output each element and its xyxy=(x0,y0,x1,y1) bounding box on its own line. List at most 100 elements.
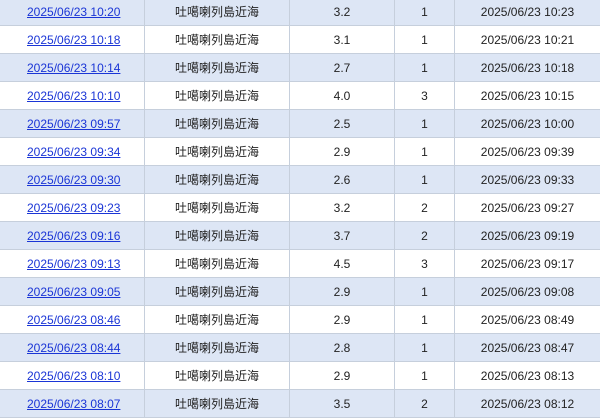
table-row: 2025/06/23 10:14 吐噶喇列島近海 2.7 1 2025/06/23 10… xyxy=(0,53,600,82)
epicenter-cell: 吐噶喇列島近海 xyxy=(144,137,290,166)
occurrence-time-link[interactable]: 2025/06/23 08:44 xyxy=(27,341,120,355)
announcement-time-cell: 2025/06/23 10:18 xyxy=(454,53,600,82)
magnitude-cell: 2.9 xyxy=(289,137,395,166)
epicenter-cell: 吐噶喇列島近海 xyxy=(144,249,290,278)
occurrence-time-link[interactable]: 2025/06/23 09:30 xyxy=(27,173,120,187)
max-intensity-cell: 1 xyxy=(394,0,455,26)
epicenter-cell: 吐噶喇列島近海 xyxy=(144,109,290,138)
occurrence-time-cell: 2025/06/23 09:16 xyxy=(0,221,145,250)
announcement-time-cell: 2025/06/23 08:12 xyxy=(454,389,600,418)
table-row: 2025/06/23 09:30 吐噶喇列島近海 2.6 1 2025/06/23 09… xyxy=(0,165,600,194)
epicenter-cell: 吐噶喇列島近海 xyxy=(144,25,290,54)
epicenter-cell: 吐噶喇列島近海 xyxy=(144,165,290,194)
occurrence-time-cell: 2025/06/23 10:20 xyxy=(0,0,145,26)
occurrence-time-cell: 2025/06/23 09:34 xyxy=(0,137,145,166)
occurrence-time-link[interactable]: 2025/06/23 09:57 xyxy=(27,117,120,131)
occurrence-time-cell: 2025/06/23 09:23 xyxy=(0,193,145,222)
table-row: 2025/06/23 10:18 吐噶喇列島近海 3.1 1 2025/06/23 10… xyxy=(0,25,600,54)
epicenter-cell: 吐噶喇列島近海 xyxy=(144,0,290,26)
table-row: 2025/06/23 09:23 吐噶喇列島近海 3.2 2 2025/06/23 09… xyxy=(0,193,600,222)
magnitude-cell: 3.1 xyxy=(289,25,395,54)
max-intensity-cell: 3 xyxy=(394,81,455,110)
occurrence-time-cell: 2025/06/23 10:14 xyxy=(0,53,145,82)
max-intensity-cell: 1 xyxy=(394,165,455,194)
occurrence-time-link[interactable]: 2025/06/23 10:20 xyxy=(27,5,120,19)
magnitude-cell: 3.7 xyxy=(289,221,395,250)
table-row: 2025/06/23 08:07 吐噶喇列島近海 3.5 2 2025/06/23 08… xyxy=(0,389,600,418)
announcement-time-cell: 2025/06/23 08:49 xyxy=(454,305,600,334)
occurrence-time-link[interactable]: 2025/06/23 08:46 xyxy=(27,313,120,327)
announcement-time-cell: 2025/06/23 09:08 xyxy=(454,277,600,306)
occurrence-time-link[interactable]: 2025/06/23 10:10 xyxy=(27,89,120,103)
magnitude-cell: 2.7 xyxy=(289,53,395,82)
magnitude-cell: 2.5 xyxy=(289,109,395,138)
magnitude-cell: 2.8 xyxy=(289,333,395,362)
announcement-time-cell: 2025/06/23 10:00 xyxy=(454,109,600,138)
occurrence-time-cell: 2025/06/23 08:46 xyxy=(0,305,145,334)
occurrence-time-cell: 2025/06/23 08:07 xyxy=(0,389,145,418)
occurrence-time-link[interactable]: 2025/06/23 08:07 xyxy=(27,397,120,411)
max-intensity-cell: 1 xyxy=(394,305,455,334)
max-intensity-cell: 2 xyxy=(394,193,455,222)
magnitude-cell: 2.6 xyxy=(289,165,395,194)
announcement-time-cell: 2025/06/23 08:47 xyxy=(454,333,600,362)
earthquake-list-body: 2025/06/23 10:20 吐噶喇列島近海 3.2 1 2025/06/23 10… xyxy=(0,0,600,418)
magnitude-cell: 4.5 xyxy=(289,249,395,278)
occurrence-time-link[interactable]: 2025/06/23 09:05 xyxy=(27,285,120,299)
epicenter-cell: 吐噶喇列島近海 xyxy=(144,305,290,334)
occurrence-time-link[interactable]: 2025/06/23 08:10 xyxy=(27,369,120,383)
announcement-time-cell: 2025/06/23 09:17 xyxy=(454,249,600,278)
max-intensity-cell: 2 xyxy=(394,221,455,250)
announcement-time-cell: 2025/06/23 10:15 xyxy=(454,81,600,110)
occurrence-time-link[interactable]: 2025/06/23 10:14 xyxy=(27,61,120,75)
max-intensity-cell: 3 xyxy=(394,249,455,278)
epicenter-cell: 吐噶喇列島近海 xyxy=(144,53,290,82)
occurrence-time-cell: 2025/06/23 09:05 xyxy=(0,277,145,306)
occurrence-time-cell: 2025/06/23 08:10 xyxy=(0,361,145,390)
occurrence-time-link[interactable]: 2025/06/23 09:34 xyxy=(27,145,120,159)
epicenter-cell: 吐噶喇列島近海 xyxy=(144,333,290,362)
max-intensity-cell: 1 xyxy=(394,25,455,54)
max-intensity-cell: 1 xyxy=(394,277,455,306)
max-intensity-cell: 1 xyxy=(394,109,455,138)
epicenter-cell: 吐噶喇列島近海 xyxy=(144,193,290,222)
table-row: 2025/06/23 08:46 吐噶喇列島近海 2.9 1 2025/06/23 08… xyxy=(0,305,600,334)
occurrence-time-cell: 2025/06/23 10:18 xyxy=(0,25,145,54)
announcement-time-cell: 2025/06/23 09:19 xyxy=(454,221,600,250)
earthquake-list-table: 2025/06/23 10:20 吐噶喇列島近海 3.2 1 2025/06/23 10… xyxy=(0,0,600,418)
table-row: 2025/06/23 08:10 吐噶喇列島近海 2.9 1 2025/06/23 08… xyxy=(0,361,600,390)
announcement-time-cell: 2025/06/23 09:27 xyxy=(454,193,600,222)
magnitude-cell: 2.9 xyxy=(289,305,395,334)
occurrence-time-link[interactable]: 2025/06/23 09:23 xyxy=(27,201,120,215)
max-intensity-cell: 1 xyxy=(394,361,455,390)
max-intensity-cell: 2 xyxy=(394,389,455,418)
announcement-time-cell: 2025/06/23 10:21 xyxy=(454,25,600,54)
occurrence-time-cell: 2025/06/23 09:57 xyxy=(0,109,145,138)
occurrence-time-cell: 2025/06/23 08:44 xyxy=(0,333,145,362)
magnitude-cell: 2.9 xyxy=(289,277,395,306)
epicenter-cell: 吐噶喇列島近海 xyxy=(144,221,290,250)
occurrence-time-link[interactable]: 2025/06/23 10:18 xyxy=(27,33,120,47)
table-row: 2025/06/23 09:13 吐噶喇列島近海 4.5 3 2025/06/23 09… xyxy=(0,249,600,278)
table-row: 2025/06/23 10:20 吐噶喇列島近海 3.2 1 2025/06/23 10… xyxy=(0,0,600,26)
occurrence-time-link[interactable]: 2025/06/23 09:16 xyxy=(27,229,120,243)
magnitude-cell: 4.0 xyxy=(289,81,395,110)
magnitude-cell: 2.9 xyxy=(289,361,395,390)
table-row: 2025/06/23 09:05 吐噶喇列島近海 2.9 1 2025/06/23 09… xyxy=(0,277,600,306)
table-row: 2025/06/23 09:57 吐噶喇列島近海 2.5 1 2025/06/23 10… xyxy=(0,109,600,138)
epicenter-cell: 吐噶喇列島近海 xyxy=(144,277,290,306)
announcement-time-cell: 2025/06/23 08:13 xyxy=(454,361,600,390)
magnitude-cell: 3.5 xyxy=(289,389,395,418)
epicenter-cell: 吐噶喇列島近海 xyxy=(144,361,290,390)
table-row: 2025/06/23 08:44 吐噶喇列島近海 2.8 1 2025/06/23 08… xyxy=(0,333,600,362)
table-row: 2025/06/23 09:16 吐噶喇列島近海 3.7 2 2025/06/23 09… xyxy=(0,221,600,250)
occurrence-time-cell: 2025/06/23 09:13 xyxy=(0,249,145,278)
announcement-time-cell: 2025/06/23 09:33 xyxy=(454,165,600,194)
occurrence-time-link[interactable]: 2025/06/23 09:13 xyxy=(27,257,120,271)
magnitude-cell: 3.2 xyxy=(289,193,395,222)
max-intensity-cell: 1 xyxy=(394,53,455,82)
epicenter-cell: 吐噶喇列島近海 xyxy=(144,389,290,418)
announcement-time-cell: 2025/06/23 10:23 xyxy=(454,0,600,26)
epicenter-cell: 吐噶喇列島近海 xyxy=(144,81,290,110)
occurrence-time-cell: 2025/06/23 09:30 xyxy=(0,165,145,194)
